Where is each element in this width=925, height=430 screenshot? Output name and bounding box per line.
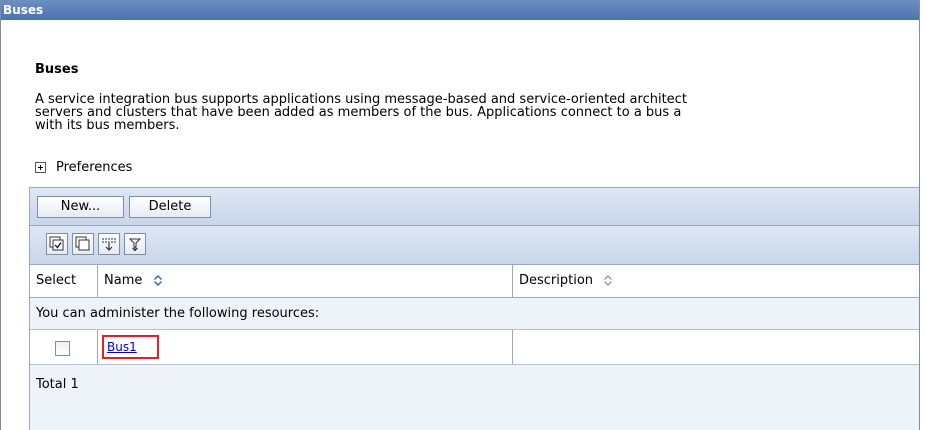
description-column-header[interactable]: Description — [512, 265, 919, 297]
page-description: A service integration bus supports appli… — [35, 93, 919, 133]
page-heading: Buses — [35, 62, 79, 77]
clear-filter-icon[interactable] — [124, 233, 146, 255]
preferences-label: Preferences — [56, 160, 133, 175]
description-line: with its bus members. — [35, 118, 180, 133]
action-toolbar: New... Delete — [30, 188, 919, 226]
description-header-label: Description — [519, 273, 594, 288]
description-cell — [512, 330, 919, 364]
table-row: Bus1 — [30, 330, 919, 365]
select-column-header: Select — [30, 265, 97, 297]
panel-title: Buses — [3, 3, 44, 17]
sort-icon[interactable] — [603, 274, 613, 287]
panel-title-bar: Buses — [1, 0, 919, 20]
show-filter-icon[interactable] — [98, 233, 120, 255]
table-header-row: Select Name Description — [30, 265, 919, 298]
sort-icon[interactable] — [153, 274, 163, 287]
expand-plus-icon[interactable] — [35, 162, 46, 173]
select-header-label: Select — [36, 273, 77, 288]
select-all-icon[interactable] — [46, 233, 68, 255]
resource-group-row: You can administer the following resourc… — [30, 298, 919, 330]
name-header-label: Name — [104, 273, 143, 288]
select-cell — [30, 330, 97, 364]
row-select-checkbox[interactable] — [55, 341, 70, 356]
new-button[interactable]: New... — [37, 196, 124, 218]
name-cell: Bus1 — [97, 330, 512, 364]
name-column-header[interactable]: Name — [97, 265, 512, 297]
buses-panel: Buses Buses A service integration bus su… — [0, 0, 920, 430]
delete-button[interactable]: Delete — [129, 196, 211, 218]
group-label: You can administer the following resourc… — [36, 306, 320, 321]
table-footer-row: Total 1 — [30, 365, 919, 430]
total-count: Total 1 — [36, 377, 79, 392]
bus-name-link[interactable]: Bus1 — [102, 335, 159, 359]
resource-table: New... Delete Select Name Description Yo… — [29, 187, 919, 430]
preferences-toggle[interactable]: Preferences — [35, 160, 132, 176]
deselect-all-icon[interactable] — [72, 233, 94, 255]
table-icon-toolbar — [30, 226, 919, 265]
